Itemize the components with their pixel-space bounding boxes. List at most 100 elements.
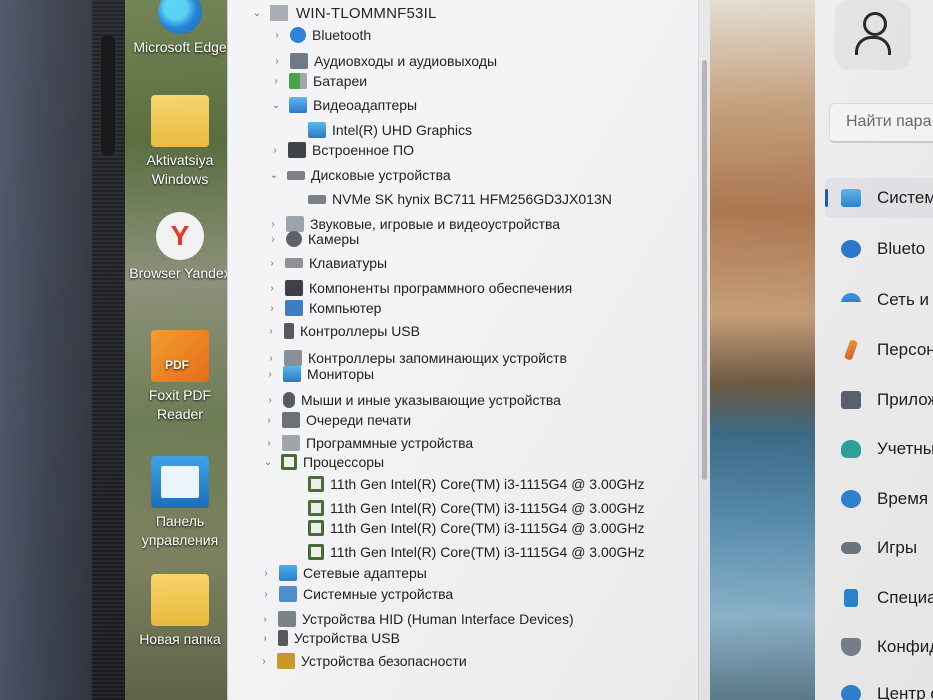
chevron-right-icon[interactable]: ›: [264, 353, 278, 364]
chevron-right-icon[interactable]: ›: [265, 303, 279, 314]
settings-nav-item[interactable]: Прилож: [825, 380, 933, 420]
settings-nav-label: Специал: [877, 588, 933, 607]
desktop-icon-new-folder[interactable]: Новая папка: [125, 574, 235, 649]
chevron-right-icon[interactable]: ›: [265, 283, 279, 294]
settings-nav-label: Сеть и: [877, 290, 930, 309]
tree-row-label: Клавиатуры: [309, 255, 388, 271]
settings-nav-item[interactable]: Конфиде: [825, 627, 933, 667]
desktop-icon-foxit[interactable]: Foxit PDF Reader: [125, 330, 235, 424]
tree-category-row[interactable]: ⌄ Видеоадаптеры: [269, 94, 417, 116]
tree-device-row[interactable]: 11th Gen Intel(R) Core(TM) i3-1115G4 @ 3…: [308, 473, 645, 495]
tree-category-row[interactable]: › Контроллеры USB: [264, 320, 420, 342]
chevron-right-icon[interactable]: ›: [262, 438, 276, 449]
tree-category-row[interactable]: › Аудиовходы и аудиовыходы: [270, 50, 497, 72]
tree-device-row[interactable]: 11th Gen Intel(R) Core(TM) i3-1115G4 @ 3…: [308, 517, 645, 539]
chevron-right-icon[interactable]: ›: [270, 30, 284, 41]
tree-device-row[interactable]: Intel(R) UHD Graphics: [308, 119, 472, 141]
chevron-right-icon[interactable]: ›: [270, 56, 284, 67]
settings-nav-item[interactable]: Специал: [825, 578, 933, 618]
tree-category-row[interactable]: › Мыши и иные указывающие устройства: [263, 389, 561, 411]
tree-category-row[interactable]: › Клавиатуры: [265, 252, 387, 274]
chevron-right-icon[interactable]: ›: [269, 76, 283, 87]
tree-category-row[interactable]: ⌄ Дисковые устройства: [267, 164, 451, 186]
folder-icon: [151, 574, 209, 626]
settings-nav-item[interactable]: Сеть и: [825, 280, 933, 320]
tree-row-label: Устройства HID (Human Interface Devices): [302, 611, 574, 627]
chevron-right-icon[interactable]: ›: [263, 395, 277, 406]
settings-nav-item[interactable]: Учетны: [825, 429, 933, 469]
tree-category-row[interactable]: › Компьютер: [265, 297, 381, 319]
apps-icon: [841, 391, 861, 409]
computer-icon: [285, 300, 303, 316]
desktop-icon-label: Foxit PDF Reader: [148, 387, 212, 422]
tree-row-label: Процессоры: [303, 454, 385, 470]
tree-category-row[interactable]: › Устройства USB: [258, 627, 400, 649]
chevron-right-icon[interactable]: ›: [258, 633, 272, 644]
tree-row-label: Системные устройства: [303, 586, 454, 602]
settings-nav-label: Персон: [877, 340, 933, 359]
chevron-right-icon[interactable]: ›: [258, 614, 272, 625]
desktop-icon-yandex[interactable]: Browser Yandex: [125, 212, 235, 283]
settings-nav-item[interactable]: Систем: [825, 178, 933, 218]
tree-category-row[interactable]: › Bluetooth: [270, 24, 371, 46]
settings-nav-item[interactable]: Персон: [825, 330, 933, 370]
mouse-icon: [283, 392, 295, 408]
chevron-right-icon[interactable]: ›: [259, 568, 273, 579]
scrollbar[interactable]: [698, 0, 710, 700]
cpu-icon: [308, 544, 324, 560]
settings-nav-label: Учетны: [877, 439, 933, 458]
desktop-icon-aktivatsiya[interactable]: Aktivatsiya Windows: [125, 95, 235, 189]
settings-search-input[interactable]: Найти пара: [829, 103, 933, 143]
settings-nav-item[interactable]: Игры: [825, 528, 933, 568]
desktop-icon-edge[interactable]: Microsoft Edge: [125, 0, 235, 57]
tree-row-label: Intel(R) UHD Graphics: [332, 122, 473, 138]
network-adapter-icon: [279, 565, 297, 581]
user-icon: [854, 12, 892, 56]
chevron-right-icon[interactable]: ›: [262, 415, 276, 426]
tree-row-label: Дисковые устройства: [311, 167, 451, 183]
tree-category-row[interactable]: ⌄ Процессоры: [261, 451, 384, 473]
firmware-icon: [288, 142, 306, 158]
chevron-right-icon[interactable]: ›: [268, 145, 282, 156]
desktop-icon-control-panel[interactable]: Панель управления: [125, 456, 235, 550]
tree-row-label: NVMe SK hynix BC711 HFM256GD3JX013N: [332, 191, 612, 207]
settings-nav-item[interactable]: Центр об: [825, 674, 933, 700]
tree-device-row[interactable]: 11th Gen Intel(R) Core(TM) i3-1115G4 @ 3…: [308, 541, 645, 563]
tree-row-label: 11th Gen Intel(R) Core(TM) i3-1115G4 @ 3…: [330, 476, 645, 492]
tree-device-row[interactable]: 11th Gen Intel(R) Core(TM) i3-1115G4 @ 3…: [308, 497, 645, 519]
chevron-right-icon[interactable]: ›: [264, 326, 278, 337]
tree-category-row[interactable]: › Устройства безопасности: [257, 650, 467, 672]
chevron-down-icon[interactable]: ⌄: [261, 457, 275, 468]
settings-nav-item[interactable]: Blueto: [825, 229, 933, 269]
chevron-down-icon[interactable]: ⌄: [267, 170, 281, 181]
tree-device-row[interactable]: NVMe SK hynix BC711 HFM256GD3JX013N: [308, 188, 612, 210]
tree-category-row[interactable]: › Камеры: [266, 228, 359, 250]
desktop-icon-label: Новая папка: [139, 631, 221, 647]
tree-category-row[interactable]: › Батареи: [269, 70, 367, 92]
chevron-right-icon[interactable]: ›: [263, 369, 277, 380]
chevron-right-icon[interactable]: ›: [266, 234, 280, 245]
camera-icon: [286, 231, 302, 247]
tree-category-row[interactable]: › Встроенное ПО: [268, 139, 414, 161]
chevron-right-icon[interactable]: ›: [257, 656, 271, 667]
tree-row-label: 11th Gen Intel(R) Core(TM) i3-1115G4 @ 3…: [330, 500, 645, 516]
chevron-right-icon[interactable]: ›: [259, 589, 273, 600]
foxit-pdf-icon: [151, 330, 209, 382]
tree-category-row[interactable]: › Системные устройства: [259, 583, 453, 605]
tree-category-row[interactable]: › Очереди печати: [262, 409, 411, 431]
tree-root[interactable]: ⌄ WIN-TLOMMNF53IL: [250, 2, 437, 24]
chevron-down-icon[interactable]: ⌄: [250, 8, 264, 19]
control-panel-icon: [151, 456, 209, 508]
keyboard-icon: [285, 258, 303, 268]
settings-nav-item[interactable]: Время и: [825, 479, 933, 519]
device-manager-window: ⌄ WIN-TLOMMNF53IL › Bluetooth › Аудиовходы …: [228, 0, 710, 700]
chevron-right-icon[interactable]: ›: [265, 258, 279, 269]
scrollbar-thumb[interactable]: [702, 60, 707, 480]
chevron-down-icon[interactable]: ⌄: [269, 100, 283, 111]
tree-category-row[interactable]: › Сетевые адаптеры: [259, 562, 427, 584]
tree-row-label: Аудиовходы и аудиовыходы: [314, 53, 498, 69]
tree-category-row[interactable]: › Компоненты программного обеспечения: [265, 277, 572, 299]
bluetooth-icon: [290, 27, 306, 43]
tree-category-row[interactable]: › Мониторы: [263, 363, 374, 385]
settings-nav-label: Систем: [877, 188, 933, 207]
